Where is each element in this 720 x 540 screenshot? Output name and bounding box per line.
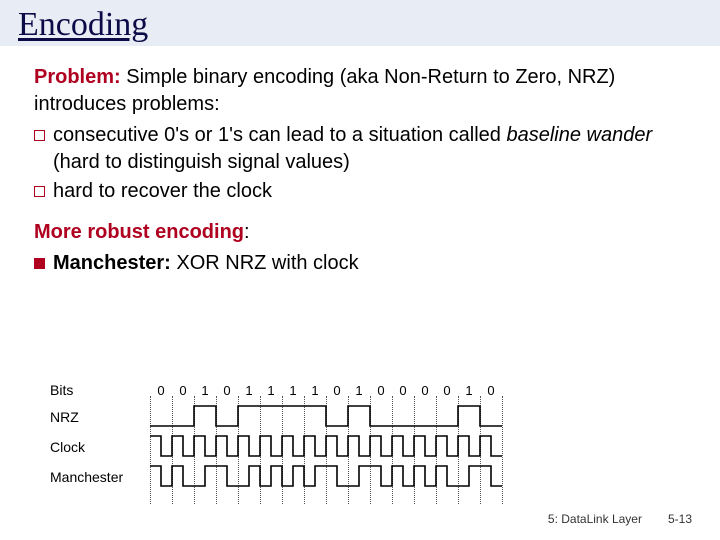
manchester-row-label: Manchester xyxy=(50,469,150,485)
footer-page: 5-13 xyxy=(668,512,692,526)
bit-digit: 0 xyxy=(414,383,436,398)
manchester-rest: XOR NRZ with clock xyxy=(171,252,359,274)
robust-heading: More robust encoding: xyxy=(34,219,692,246)
footer-chapter: 5: DataLink Layer xyxy=(548,512,642,526)
robust-bullet: Manchester: XOR NRZ with clock xyxy=(34,250,692,277)
bit-digit: 1 xyxy=(348,383,370,398)
bullet1-pre: consecutive 0's or 1's can lead to a sit… xyxy=(53,124,506,146)
problem-label: Problem: xyxy=(34,66,121,88)
clock-wave xyxy=(150,434,504,460)
page-title: Encoding xyxy=(18,6,702,44)
slide-footer: 5: DataLink Layer 5-13 xyxy=(0,512,720,526)
manchester-label: Manchester: xyxy=(53,252,171,274)
square-bullet-icon xyxy=(34,186,45,197)
manchester-row: Manchester xyxy=(50,462,504,492)
bit-digit: 0 xyxy=(480,383,502,398)
bit-digit: 1 xyxy=(458,383,480,398)
square-bullet-filled-icon xyxy=(34,258,45,269)
bit-digit: 1 xyxy=(194,383,216,398)
problem-para: Problem: Simple binary encoding (aka Non… xyxy=(34,64,692,118)
bit-digit: 0 xyxy=(392,383,414,398)
encoding-diagram: Bits 0010111101000010 NRZ Clock Manchest… xyxy=(50,378,504,492)
robust-colon: : xyxy=(244,221,250,243)
bit-digit: 0 xyxy=(326,383,348,398)
problem-text: Simple binary encoding (aka Non-Return t… xyxy=(34,66,615,115)
bullet1-em: baseline wander xyxy=(506,124,652,146)
bit-digit: 1 xyxy=(304,383,326,398)
bit-digit: 0 xyxy=(370,383,392,398)
square-bullet-icon xyxy=(34,130,45,141)
nrz-row: NRZ xyxy=(50,402,504,432)
bit-digit: 0 xyxy=(436,383,458,398)
problem-bullet-2: hard to recover the clock xyxy=(34,178,692,205)
title-bar: Encoding xyxy=(0,0,720,46)
bullet1-post: (hard to distinguish signal values) xyxy=(53,151,350,173)
bullet2-text: hard to recover the clock xyxy=(53,178,272,205)
clock-row: Clock xyxy=(50,432,504,462)
clock-label: Clock xyxy=(50,439,150,455)
bit-digit: 0 xyxy=(216,383,238,398)
bit-digit: 1 xyxy=(260,383,282,398)
robust-label: More robust encoding xyxy=(34,221,244,243)
bit-digit: 0 xyxy=(172,383,194,398)
bit-digit: 1 xyxy=(282,383,304,398)
bits-label: Bits xyxy=(50,382,150,398)
bit-digit: 0 xyxy=(150,383,172,398)
manchester-wave xyxy=(150,464,504,490)
body-content: Problem: Simple binary encoding (aka Non… xyxy=(0,46,720,277)
problem-bullet-1: consecutive 0's or 1's can lead to a sit… xyxy=(34,122,692,176)
nrz-label: NRZ xyxy=(50,409,150,425)
nrz-wave xyxy=(150,404,504,430)
bit-digit: 1 xyxy=(238,383,260,398)
